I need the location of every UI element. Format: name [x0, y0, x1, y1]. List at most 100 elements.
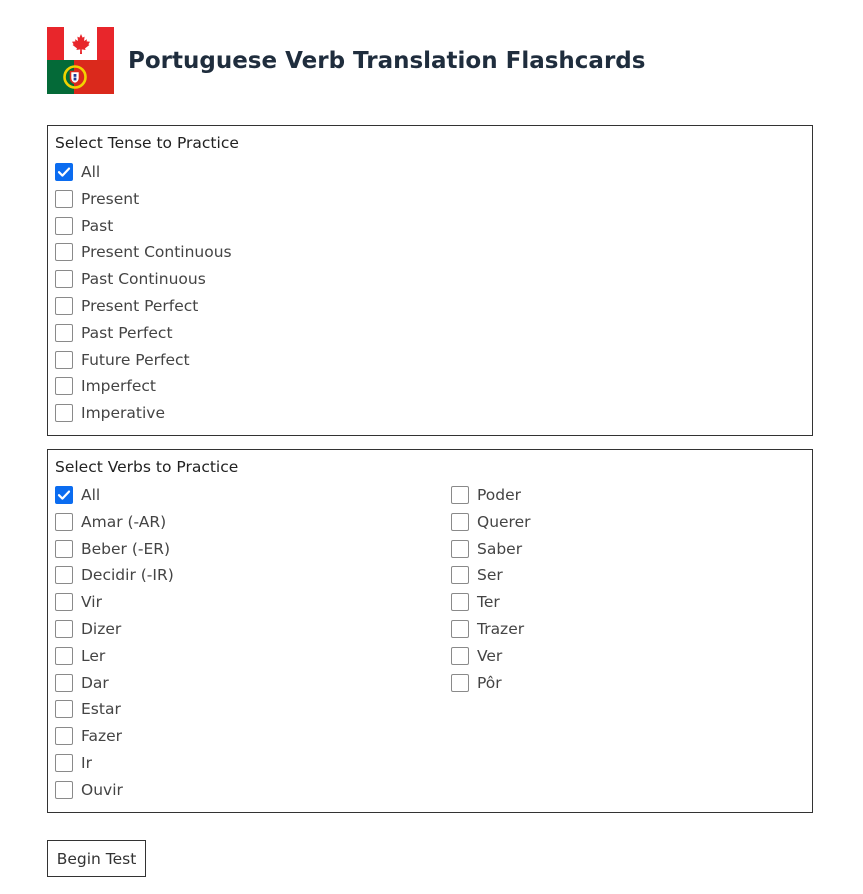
- tense-option-label: Present Continuous: [81, 243, 232, 262]
- verb-option-decidir-ir[interactable]: Decidir (-IR): [55, 564, 174, 586]
- verb-option-label: Amar (-AR): [81, 512, 167, 531]
- verb-checkbox-dar[interactable]: [55, 673, 73, 692]
- verb-option-label: Ouvir: [81, 780, 123, 799]
- verb-checkbox-amar-ar[interactable]: [55, 512, 73, 531]
- tense-option-past-perfect[interactable]: Past Perfect: [55, 322, 173, 344]
- verb-checkbox-all[interactable]: [55, 486, 73, 504]
- verb-checkbox-dizer[interactable]: [55, 620, 73, 638]
- tense-option-past-continuous[interactable]: Past Continuous: [55, 268, 206, 290]
- checkmark-icon: [57, 490, 71, 500]
- page-header: Portuguese Verb Translation Flashcards: [47, 27, 645, 94]
- verb-option-label: Trazer: [477, 620, 525, 638]
- tense-option-label: All: [81, 163, 101, 181]
- verb-option-dar[interactable]: Dar: [55, 672, 109, 694]
- verb-option-ser[interactable]: Ser: [451, 564, 503, 586]
- verb-checkbox-saber[interactable]: [451, 539, 469, 558]
- tense-option-label: Future Perfect: [81, 350, 190, 369]
- verb-option-label: Ver: [477, 646, 503, 665]
- verb-option-label: Saber: [477, 539, 523, 558]
- verbs-fieldset: Select Verbs to Practice All Amar (-AR) Be…: [47, 449, 813, 813]
- tense-checkbox-future-perfect[interactable]: [55, 350, 73, 369]
- page-title: Portuguese Verb Translation Flashcards: [128, 47, 646, 74]
- begin-test-button[interactable]: Begin Test: [47, 840, 146, 877]
- verb-option-trazer[interactable]: Trazer: [451, 618, 524, 640]
- maple-leaf-icon: [71, 33, 90, 54]
- tense-checkbox-present-perfect[interactable]: [55, 297, 73, 315]
- verb-checkbox-ver[interactable]: [451, 646, 469, 665]
- verb-option-ir[interactable]: Ir: [55, 752, 92, 774]
- verb-checkbox-ouvir[interactable]: [55, 780, 73, 799]
- verb-option-label: Ler: [81, 646, 106, 665]
- tense-checkbox-present[interactable]: [55, 189, 73, 208]
- tense-option-imperative[interactable]: Imperative: [55, 402, 165, 424]
- tense-legend: Select Tense to Practice: [55, 134, 239, 152]
- verb-option-label: Vir: [81, 593, 102, 612]
- tense-option-present-continuous[interactable]: Present Continuous: [55, 241, 232, 263]
- portugal-emblem-icon: [63, 65, 87, 89]
- verb-option-dizer[interactable]: Dizer: [55, 618, 121, 640]
- canada-portugal-flag-logo: [47, 27, 114, 94]
- verb-option-label: All: [81, 486, 101, 504]
- tense-option-imperfect[interactable]: Imperfect: [55, 375, 156, 397]
- tense-option-past[interactable]: Past: [55, 215, 113, 237]
- verb-option-label: Estar: [81, 700, 121, 719]
- verb-option-label: Ir: [81, 754, 92, 772]
- verb-option-ler[interactable]: Ler: [55, 645, 105, 667]
- tense-checkbox-present-continuous[interactable]: [55, 243, 73, 262]
- verb-option-amar-ar[interactable]: Amar (-AR): [55, 511, 166, 533]
- verb-option-label: Beber (-ER): [81, 539, 171, 558]
- tense-checkbox-imperfect[interactable]: [55, 377, 73, 396]
- verb-checkbox-ter[interactable]: [451, 593, 469, 612]
- verb-option-saber[interactable]: Saber: [451, 538, 522, 560]
- tense-option-present[interactable]: Present: [55, 188, 139, 210]
- verb-option-label: Decidir (-IR): [81, 566, 174, 585]
- verb-option-label: Poder: [477, 486, 522, 504]
- verb-option-querer[interactable]: Querer: [451, 511, 531, 533]
- tense-option-label: Present: [81, 189, 140, 208]
- tense-option-label: Past Continuous: [81, 270, 206, 289]
- verb-option-all[interactable]: All: [55, 484, 100, 506]
- tense-checkbox-all[interactable]: [55, 163, 73, 181]
- tense-checkbox-imperative[interactable]: [55, 404, 73, 423]
- verb-checkbox-p-r[interactable]: [451, 673, 469, 692]
- tense-option-future-perfect[interactable]: Future Perfect: [55, 349, 190, 371]
- verb-checkbox-beber-er[interactable]: [55, 539, 73, 558]
- verb-option-label: Querer: [477, 512, 531, 531]
- verb-option-ver[interactable]: Ver: [451, 645, 502, 667]
- verb-option-label: Dar: [81, 673, 109, 692]
- verb-option-label: Dizer: [81, 620, 122, 638]
- verb-option-ouvir[interactable]: Ouvir: [55, 779, 123, 801]
- verb-checkbox-ser[interactable]: [451, 566, 469, 585]
- tense-option-label: Imperfect: [81, 377, 157, 396]
- verb-checkbox-fazer[interactable]: [55, 727, 73, 746]
- tense-option-label: Imperative: [81, 404, 166, 423]
- canada-flag: [47, 27, 114, 60]
- verb-option-estar[interactable]: Estar: [55, 698, 121, 720]
- tense-option-label: Past Perfect: [81, 323, 173, 342]
- verb-option-poder[interactable]: Poder: [451, 484, 521, 506]
- verb-option-vir[interactable]: Vir: [55, 591, 102, 613]
- tense-option-label: Past: [81, 216, 114, 235]
- verb-checkbox-vir[interactable]: [55, 593, 73, 612]
- tense-checkbox-past-continuous[interactable]: [55, 270, 73, 289]
- verbs-legend: Select Verbs to Practice: [55, 458, 239, 476]
- verb-checkbox-decidir-ir[interactable]: [55, 566, 73, 585]
- portugal-flag: [47, 60, 114, 94]
- verb-option-fazer[interactable]: Fazer: [55, 725, 122, 747]
- verb-checkbox-querer[interactable]: [451, 512, 469, 531]
- verb-checkbox-ir[interactable]: [55, 754, 73, 772]
- tense-checkbox-past[interactable]: [55, 216, 73, 235]
- verb-checkbox-ler[interactable]: [55, 646, 73, 665]
- verb-checkbox-trazer[interactable]: [451, 620, 469, 638]
- verb-option-p-r[interactable]: Pôr: [451, 672, 502, 694]
- tense-option-present-perfect[interactable]: Present Perfect: [55, 295, 198, 317]
- verb-option-label: Ser: [477, 566, 503, 585]
- verb-option-label: Fazer: [81, 727, 123, 746]
- verb-option-label: Pôr: [477, 673, 502, 692]
- verb-checkbox-estar[interactable]: [55, 700, 73, 719]
- verb-option-ter[interactable]: Ter: [451, 591, 500, 613]
- tense-checkbox-past-perfect[interactable]: [55, 323, 73, 342]
- tense-option-all[interactable]: All: [55, 161, 100, 183]
- verb-checkbox-poder[interactable]: [451, 486, 469, 504]
- verb-option-beber-er[interactable]: Beber (-ER): [55, 538, 170, 560]
